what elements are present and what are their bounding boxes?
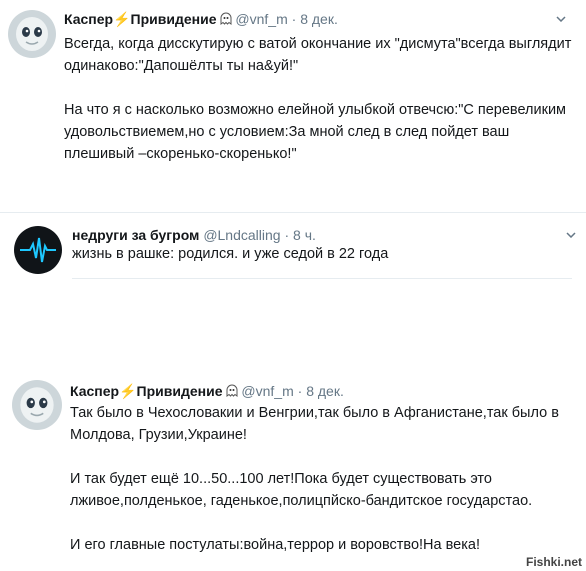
tweet-2[interactable]: недруги за бугром @Lndcalling · 8 ч. жиз…	[0, 212, 586, 292]
casper-avatar-icon	[8, 10, 56, 58]
user-handle[interactable]: @Lndcalling	[203, 227, 280, 243]
chevron-down-icon[interactable]	[566, 232, 576, 238]
ghost-emoji-icon	[226, 384, 237, 397]
user-name[interactable]: Каспер⚡Привидение	[70, 383, 223, 399]
avatar[interactable]	[14, 226, 62, 274]
tweet-text: Так было в Чехословакии и Венгрии,так бы…	[70, 405, 559, 553]
separator-dot: ·	[291, 11, 297, 27]
chevron-down-icon[interactable]	[556, 16, 566, 22]
tweet-text: Всегда, когда дисскутирую с ватой оконча…	[64, 36, 572, 162]
timestamp[interactable]: 8 ч.	[293, 227, 316, 243]
user-handle[interactable]: @vnf_m	[235, 11, 287, 27]
user-handle[interactable]: @vnf_m	[241, 383, 293, 399]
lightning-icon: ⚡	[119, 383, 137, 399]
tweet-1[interactable]: Каспер⚡Привидение @vnf_m · 8 дек. Всегда…	[0, 0, 586, 200]
separator-dot: ·	[297, 383, 303, 399]
watermark: Fishki.net	[525, 555, 582, 569]
avatar[interactable]	[8, 10, 56, 58]
casper-avatar-icon	[12, 380, 62, 430]
timestamp[interactable]: 8 дек.	[300, 11, 338, 27]
user-name[interactable]: недруги за бугром	[72, 227, 199, 243]
tweet-text: жизнь в рашке: родился. и уже седой в 22…	[72, 246, 389, 262]
timestamp[interactable]: 8 дек.	[306, 383, 344, 399]
avatar[interactable]	[12, 380, 62, 430]
separator-dot: ·	[284, 227, 290, 243]
pulse-avatar-icon	[14, 226, 62, 274]
user-name[interactable]: Каспер⚡Привидение	[64, 11, 217, 27]
divider	[72, 278, 572, 279]
lightning-icon: ⚡	[113, 11, 131, 27]
tweet-3[interactable]: Каспер⚡Привидение @vnf_m · 8 дек. Так бы…	[0, 370, 586, 570]
ghost-emoji-icon	[220, 12, 231, 25]
